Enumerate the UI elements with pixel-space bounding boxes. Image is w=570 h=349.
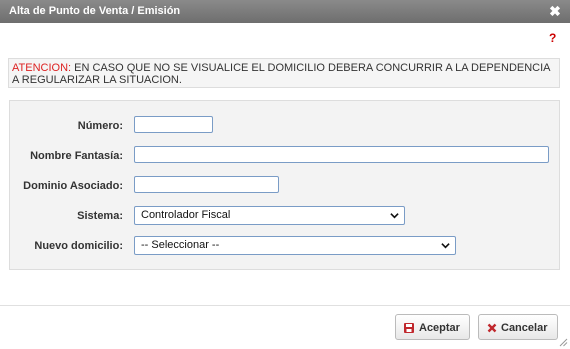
numero-input[interactable] — [134, 116, 213, 133]
sistema-selected-value: Controlador Fiscal — [141, 209, 231, 221]
warning-label: ATENCION: — [12, 62, 72, 74]
cancel-x-icon — [487, 323, 497, 333]
nuevo-domicilio-selected-value: -- Seleccionar -- — [141, 239, 220, 251]
dialog-title: Alta de Punto de Venta / Emisión — [9, 5, 181, 17]
form-panel: Número: Nombre Fantasía: Dominio Asociad… — [9, 100, 560, 270]
nuevo-domicilio-label: Nuevo domicilio: — [34, 240, 123, 252]
numero-label: Número: — [77, 120, 123, 132]
nombre-fantasia-label: Nombre Fantasía: — [30, 150, 123, 162]
sistema-select[interactable]: Controlador Fiscal — [134, 206, 405, 225]
cancel-button[interactable]: Cancelar — [478, 314, 558, 340]
warning-text: EN CASO QUE NO SE VISUALICE EL DOMICILIO… — [12, 62, 550, 86]
help-icon[interactable]: ? — [549, 31, 556, 45]
chevron-down-icon — [441, 243, 450, 249]
dialog-title-bar: Alta de Punto de Venta / Emisión ✖ — [0, 0, 570, 23]
save-icon — [404, 323, 414, 333]
resize-handle-icon[interactable] — [559, 338, 568, 347]
warning-notice: ATENCION: EN CASO QUE NO SE VISUALICE EL… — [8, 58, 560, 88]
dominio-asociado-label: Dominio Asociado: — [23, 180, 123, 192]
dominio-asociado-input[interactable] — [134, 176, 279, 193]
close-icon[interactable]: ✖ — [548, 3, 562, 19]
nombre-fantasia-input[interactable] — [134, 146, 549, 163]
accept-button-label: Aceptar — [419, 322, 460, 334]
chevron-down-icon — [390, 213, 399, 219]
sistema-label: Sistema: — [77, 210, 123, 222]
accept-button[interactable]: Aceptar — [395, 314, 470, 340]
nuevo-domicilio-select[interactable]: -- Seleccionar -- — [134, 236, 456, 255]
cancel-button-label: Cancelar — [501, 322, 548, 334]
button-bar-divider — [0, 305, 570, 306]
